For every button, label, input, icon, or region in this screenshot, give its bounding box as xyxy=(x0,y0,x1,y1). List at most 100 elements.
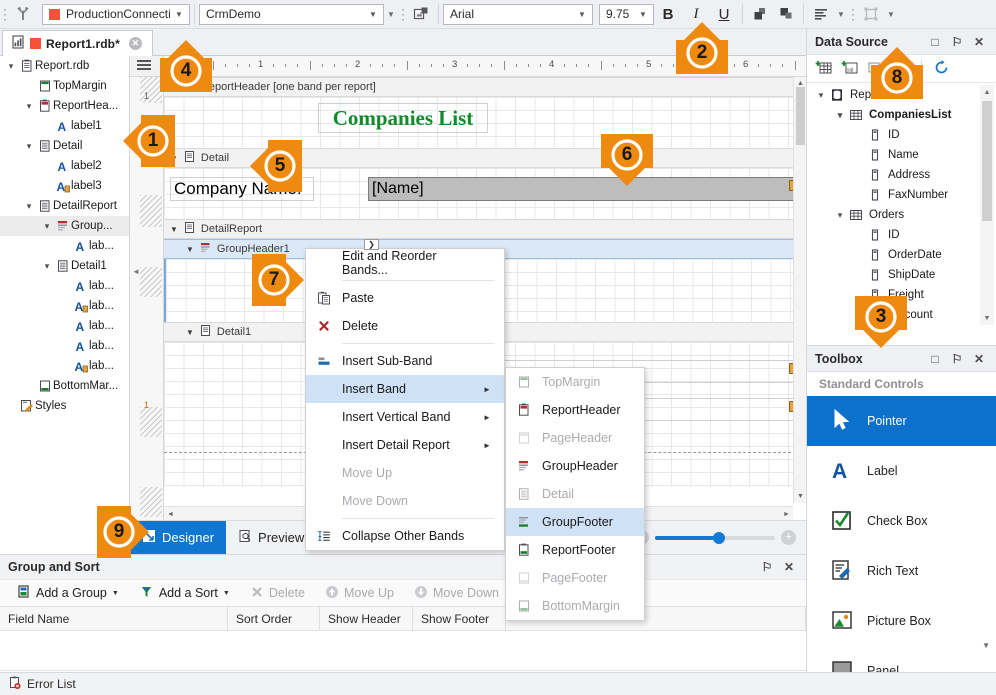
group-and-sort-rows[interactable] xyxy=(0,631,806,671)
datasource-item-address[interactable]: Address xyxy=(812,165,979,185)
data-source-scroll-thumb[interactable] xyxy=(982,101,992,221)
expand-chevron-icon[interactable]: ▾ xyxy=(833,210,847,221)
zoom-control[interactable]: − + xyxy=(634,530,806,545)
explorer-item-label1[interactable]: Alabel1 xyxy=(0,116,129,136)
expand-chevron-icon[interactable]: ▾ xyxy=(40,221,54,232)
explorer-item-lab[interactable]: Alab... xyxy=(0,336,129,356)
connection-combo[interactable]: ProductionConnecti... ▼ xyxy=(42,3,190,25)
band-context-menu[interactable]: ❯ Edit and Reorder Bands... Paste Delete In… xyxy=(305,239,505,551)
explorer-item-lab[interactable]: Alab... xyxy=(0,316,129,336)
insert-band-submenu[interactable]: TopMargin ReportHeader PageHeader GroupHead… xyxy=(505,367,645,621)
column-show-footer[interactable]: Show Footer xyxy=(413,607,506,630)
explorer-item-detail1[interactable]: ▾ Detail1 xyxy=(0,256,129,276)
datasource-item-shipdate[interactable]: ShipDate xyxy=(812,265,979,285)
explorer-item-group[interactable]: ▾ Group... xyxy=(0,216,129,236)
zoom-slider-knob[interactable] xyxy=(713,531,725,544)
send-to-back-icon[interactable] xyxy=(773,2,799,26)
report-properties-icon[interactable] xyxy=(408,2,434,26)
expand-chevron-icon[interactable]: ▾ xyxy=(22,201,36,212)
explorer-item-detailreport[interactable]: ▾ DetailReport xyxy=(0,196,129,216)
zoom-slider[interactable] xyxy=(655,531,775,544)
toolbox-scroll-down-icon[interactable]: ▼ xyxy=(982,641,990,650)
zoom-in-button[interactable]: + xyxy=(781,530,796,545)
size-to-grid-icon[interactable] xyxy=(858,2,884,26)
vertical-scroll-thumb[interactable] xyxy=(796,87,805,145)
toolbox-item-checkbox[interactable]: Check Box xyxy=(807,496,996,546)
submenu-item-reportfooter[interactable]: ReportFooter xyxy=(506,536,644,564)
datasource-item-id[interactable]: ID xyxy=(812,125,979,145)
chevron-down-icon[interactable]: ▼ xyxy=(574,10,590,19)
explorer-item-reportrdb[interactable]: ▾ Report.rdb xyxy=(0,56,129,76)
datasource-item-id[interactable]: ID xyxy=(812,225,979,245)
explorer-item-reporthea[interactable]: ▾ ReportHea... xyxy=(0,96,129,116)
column-show-header[interactable]: Show Header xyxy=(320,607,413,630)
datasource-item-companieslist[interactable]: ▾ CompaniesList xyxy=(812,105,979,125)
explorer-item-lab[interactable]: Alab... xyxy=(0,356,129,376)
toolbox-group-standard-controls[interactable]: Standard Controls xyxy=(807,372,996,396)
error-list-bar[interactable]: Error List xyxy=(0,672,996,695)
add-datasource-icon[interactable] xyxy=(815,59,832,79)
report-explorer-panel[interactable]: ▾ Report.rdb TopMargin ▾ ReportHea... Alabel1… xyxy=(0,56,130,520)
context-menu-tab-handle[interactable]: ❯ xyxy=(364,239,379,250)
toolbar-grip-2[interactable] xyxy=(398,4,408,24)
chevron-down-icon[interactable]: ▼ xyxy=(635,10,651,19)
size-dropdown-chevron-icon[interactable]: ▼ xyxy=(884,2,898,26)
bring-to-front-icon[interactable] xyxy=(747,2,773,26)
expand-chevron-icon[interactable]: ▾ xyxy=(40,261,54,272)
expand-chevron-icon[interactable]: ▾ xyxy=(814,90,828,101)
menu-item-collapse-other-bands[interactable]: Collapse Other Bands xyxy=(306,522,504,550)
expand-chevron-icon[interactable]: ▾ xyxy=(833,110,847,121)
menu-item-insert-detail-report[interactable]: Insert Detail Report ► xyxy=(306,431,504,459)
explorer-item-label3[interactable]: Alabel3 xyxy=(0,176,129,196)
toolbar-grip[interactable] xyxy=(0,4,10,24)
group-and-sort-panel[interactable]: Group and Sort ⚐ ✕ Add a Group ▼ Add a S… xyxy=(0,554,806,672)
float-icon[interactable]: □ xyxy=(924,349,946,369)
explorer-item-topmargin[interactable]: TopMargin xyxy=(0,76,129,96)
scroll-up-icon[interactable]: ▲ xyxy=(980,85,994,99)
explorer-item-label2[interactable]: Alabel2 xyxy=(0,156,129,176)
menu-item-insert-sub-band[interactable]: Insert Sub-Band xyxy=(306,347,504,375)
collapse-chevron-icon[interactable]: ▼ xyxy=(170,225,178,234)
add-sql-datasource-icon[interactable]: sql xyxy=(841,59,858,79)
toolbox-item-picturebox[interactable]: Picture Box xyxy=(807,596,996,646)
datamember-combo[interactable]: CrmDemo ▼ xyxy=(199,3,384,25)
submenu-item-groupheader[interactable]: GroupHeader xyxy=(506,452,644,480)
toolbox-item-pointer[interactable]: Pointer xyxy=(807,396,996,446)
toolbox-item-richtext[interactable]: Rich Text xyxy=(807,546,996,596)
menu-item-insert-vertical-band[interactable]: Insert Vertical Band ► xyxy=(306,403,504,431)
document-tab-report1[interactable]: Report1.rdb* ✕ xyxy=(2,30,153,56)
wizard-icon[interactable] xyxy=(10,2,36,26)
report-explorer-tree[interactable]: ▾ Report.rdb TopMargin ▾ ReportHea... Alabel1… xyxy=(0,56,129,416)
explorer-item-lab[interactable]: Alab... xyxy=(0,276,129,296)
chevron-down-icon[interactable]: ▼ xyxy=(365,10,381,19)
toolbar-grip-3[interactable] xyxy=(848,4,858,24)
align-text-left-icon[interactable] xyxy=(808,2,834,26)
add-a-group-button[interactable]: Add a Group ▼ xyxy=(8,582,127,604)
close-icon[interactable]: ✕ xyxy=(968,32,990,52)
expand-chevron-icon[interactable]: ▾ xyxy=(4,61,18,72)
explorer-item-styles[interactable]: Styles xyxy=(0,396,129,416)
designer-vertical-scrollbar[interactable]: ▲ ▼ xyxy=(793,77,806,503)
float-icon[interactable]: □ xyxy=(924,32,946,52)
menu-item-insert-band[interactable]: Insert Band ► xyxy=(306,375,504,403)
menu-item-paste[interactable]: Paste xyxy=(306,284,504,312)
pin-icon[interactable]: ⚐ xyxy=(946,349,968,369)
data-source-scrollbar[interactable]: ▲ ▼ xyxy=(980,85,994,325)
menu-item-delete[interactable]: Delete xyxy=(306,312,504,340)
collapse-chevron-icon[interactable]: ▼ xyxy=(186,328,194,337)
collapse-chevron-icon[interactable]: ▼ xyxy=(186,245,194,254)
column-sort-order[interactable]: Sort Order xyxy=(228,607,320,630)
add-a-sort-button[interactable]: Add a Sort ▼ xyxy=(131,582,238,604)
close-icon[interactable]: ✕ xyxy=(968,349,990,369)
pin-icon[interactable]: ⚐ xyxy=(946,32,968,52)
scroll-left-icon[interactable]: ◄ xyxy=(164,507,177,521)
band-header-detailreport[interactable]: ▼ DetailReport xyxy=(164,219,806,239)
datasource-item-orderdate[interactable]: OrderDate xyxy=(812,245,979,265)
label-name-field[interactable]: [Name] xyxy=(368,177,800,201)
scroll-right-icon[interactable]: ► xyxy=(780,507,793,521)
label-report-title[interactable]: Companies List xyxy=(318,103,488,133)
close-icon[interactable]: ✕ xyxy=(128,37,142,50)
datasource-item-name[interactable]: Name xyxy=(812,145,979,165)
explorer-item-detail[interactable]: ▾ Detail xyxy=(0,136,129,156)
expand-chevron-icon[interactable]: ▾ xyxy=(22,141,36,152)
